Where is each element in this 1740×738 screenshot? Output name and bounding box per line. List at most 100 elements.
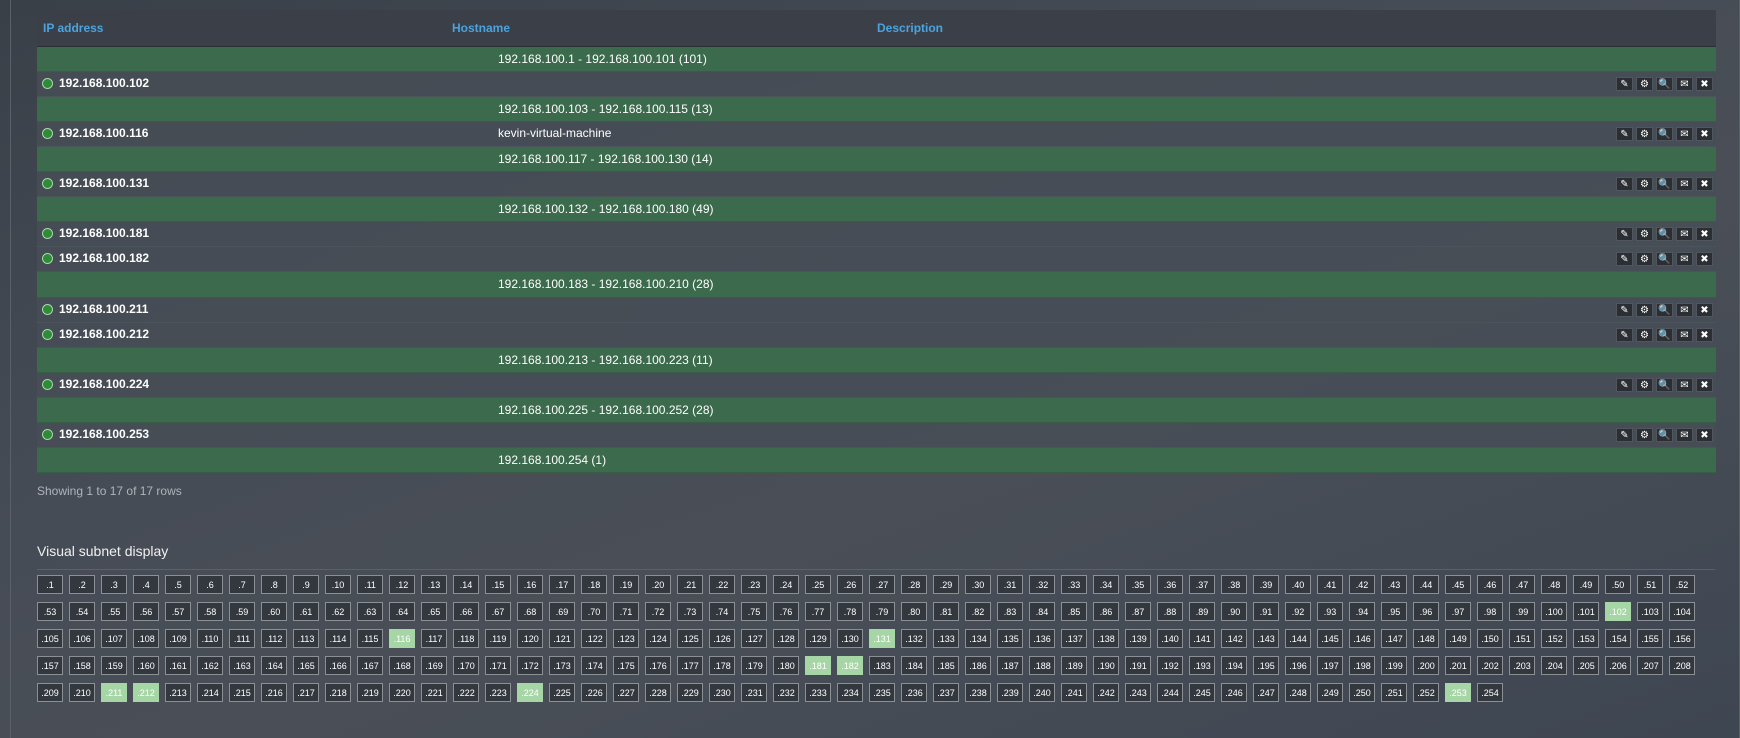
host-row[interactable]: 192.168.100.224 ✎ ⚙ 🔍 ✉ ✖ xyxy=(37,373,1716,398)
host-row[interactable]: 192.168.100.182 ✎ ⚙ 🔍 ✉ ✖ xyxy=(37,247,1716,272)
subnet-cell-free: .231 xyxy=(741,683,767,702)
gears-button[interactable]: ⚙ xyxy=(1636,127,1653,141)
subnet-cell-free: .200 xyxy=(1413,656,1439,675)
envelope-button[interactable]: ✉ xyxy=(1676,303,1693,317)
close-button[interactable]: ✖ xyxy=(1696,227,1713,241)
subnet-cell-free: .218 xyxy=(325,683,351,702)
envelope-icon: ✉ xyxy=(1680,228,1689,240)
edit-button[interactable]: ✎ xyxy=(1616,303,1633,317)
column-ip-address[interactable]: IP address xyxy=(43,21,103,35)
search-button[interactable]: 🔍 xyxy=(1656,252,1673,266)
subnet-cell-used[interactable]: .116 xyxy=(389,629,415,648)
subnet-cell-free: .248 xyxy=(1285,683,1311,702)
search-button[interactable]: 🔍 xyxy=(1656,428,1673,442)
gears-icon: ⚙ xyxy=(1640,304,1649,316)
subnet-cell-used[interactable]: .131 xyxy=(869,629,895,648)
host-ip-address[interactable]: 192.168.100.102 xyxy=(59,76,149,90)
search-button[interactable]: 🔍 xyxy=(1656,77,1673,91)
search-button[interactable]: 🔍 xyxy=(1656,378,1673,392)
search-button[interactable]: 🔍 xyxy=(1656,227,1673,241)
subnet-cell-free: .233 xyxy=(805,683,831,702)
host-row[interactable]: 192.168.100.253 ✎ ⚙ 🔍 ✉ ✖ xyxy=(37,423,1716,448)
envelope-button[interactable]: ✉ xyxy=(1676,177,1693,191)
gears-button[interactable]: ⚙ xyxy=(1636,77,1653,91)
gears-button[interactable]: ⚙ xyxy=(1636,303,1653,317)
subnet-cell-used[interactable]: .102 xyxy=(1605,602,1631,621)
subnet-cell-free: .172 xyxy=(517,656,543,675)
search-button[interactable]: 🔍 xyxy=(1656,127,1673,141)
subnet-cell-free: .193 xyxy=(1189,656,1215,675)
subnet-cell-free: .5 xyxy=(165,575,191,594)
gears-button[interactable]: ⚙ xyxy=(1636,227,1653,241)
edit-button[interactable]: ✎ xyxy=(1616,378,1633,392)
host-ip-address[interactable]: 192.168.100.181 xyxy=(59,226,149,240)
envelope-button[interactable]: ✉ xyxy=(1676,378,1693,392)
subnet-cell-free: .168 xyxy=(389,656,415,675)
subnet-cell-free: .18 xyxy=(581,575,607,594)
subnet-cell-free: .42 xyxy=(1349,575,1375,594)
envelope-button[interactable]: ✉ xyxy=(1676,127,1693,141)
subnet-cell-free: .165 xyxy=(293,656,319,675)
subnet-cell-free: .47 xyxy=(1509,575,1535,594)
gears-button[interactable]: ⚙ xyxy=(1636,328,1653,342)
subnet-cell-used[interactable]: .212 xyxy=(133,683,159,702)
envelope-button[interactable]: ✉ xyxy=(1676,328,1693,342)
edit-button[interactable]: ✎ xyxy=(1616,328,1633,342)
envelope-button[interactable]: ✉ xyxy=(1676,77,1693,91)
gears-button[interactable]: ⚙ xyxy=(1636,378,1653,392)
search-button[interactable]: 🔍 xyxy=(1656,328,1673,342)
subnet-cell-free: .101 xyxy=(1573,602,1599,621)
host-ip-address[interactable]: 192.168.100.211 xyxy=(59,302,148,316)
host-ip-address[interactable]: 192.168.100.131 xyxy=(59,176,149,190)
host-ip-address[interactable]: 192.168.100.182 xyxy=(59,251,149,265)
search-button[interactable]: 🔍 xyxy=(1656,177,1673,191)
subnet-cell-free: .108 xyxy=(133,629,159,648)
search-button[interactable]: 🔍 xyxy=(1656,303,1673,317)
subnet-cell-used[interactable]: .211 xyxy=(101,683,127,702)
edit-button[interactable]: ✎ xyxy=(1616,227,1633,241)
subnet-cell-free: .81 xyxy=(933,602,959,621)
close-button[interactable]: ✖ xyxy=(1696,303,1713,317)
host-ip-address[interactable]: 192.168.100.212 xyxy=(59,327,149,341)
host-row[interactable]: 192.168.100.131 ✎ ⚙ 🔍 ✉ ✖ xyxy=(37,172,1716,197)
gears-button[interactable]: ⚙ xyxy=(1636,177,1653,191)
close-button[interactable]: ✖ xyxy=(1696,77,1713,91)
edit-button[interactable]: ✎ xyxy=(1616,252,1633,266)
subnet-cell-free: .1 xyxy=(37,575,63,594)
edit-icon: ✎ xyxy=(1620,379,1629,391)
close-button[interactable]: ✖ xyxy=(1696,328,1713,342)
envelope-button[interactable]: ✉ xyxy=(1676,428,1693,442)
close-button[interactable]: ✖ xyxy=(1696,428,1713,442)
subnet-cell-used[interactable]: .253 xyxy=(1445,683,1471,702)
host-row[interactable]: 192.168.100.212 ✎ ⚙ 🔍 ✉ ✖ xyxy=(37,323,1716,348)
subnet-cell-free: .43 xyxy=(1381,575,1407,594)
close-button[interactable]: ✖ xyxy=(1696,378,1713,392)
column-hostname[interactable]: Hostname xyxy=(452,21,510,35)
envelope-button[interactable]: ✉ xyxy=(1676,227,1693,241)
close-icon: ✖ xyxy=(1700,379,1709,391)
host-ip-address[interactable]: 192.168.100.224 xyxy=(59,377,149,391)
close-button[interactable]: ✖ xyxy=(1696,252,1713,266)
subnet-cell-free: .30 xyxy=(965,575,991,594)
edit-button[interactable]: ✎ xyxy=(1616,127,1633,141)
host-row[interactable]: 192.168.100.211 ✎ ⚙ 🔍 ✉ ✖ xyxy=(37,298,1716,323)
edit-button[interactable]: ✎ xyxy=(1616,428,1633,442)
subnet-cell-used[interactable]: .224 xyxy=(517,683,543,702)
host-ip-address[interactable]: 192.168.100.253 xyxy=(59,427,149,441)
host-row[interactable]: 192.168.100.181 ✎ ⚙ 🔍 ✉ ✖ xyxy=(37,222,1716,247)
subnet-cell-free: .72 xyxy=(645,602,671,621)
edit-button[interactable]: ✎ xyxy=(1616,177,1633,191)
close-button[interactable]: ✖ xyxy=(1696,177,1713,191)
subnet-cell-used[interactable]: .182 xyxy=(837,656,863,675)
subnet-cell-free: .31 xyxy=(997,575,1023,594)
envelope-button[interactable]: ✉ xyxy=(1676,252,1693,266)
column-description[interactable]: Description xyxy=(877,21,943,35)
subnet-cell-used[interactable]: .181 xyxy=(805,656,831,675)
close-button[interactable]: ✖ xyxy=(1696,127,1713,141)
host-row[interactable]: 192.168.100.102 ✎ ⚙ 🔍 ✉ ✖ xyxy=(37,72,1716,97)
host-row[interactable]: 192.168.100.116 kevin-virtual-machine ✎ ⚙ 🔍 ✉… xyxy=(37,122,1716,147)
gears-button[interactable]: ⚙ xyxy=(1636,428,1653,442)
gears-button[interactable]: ⚙ xyxy=(1636,252,1653,266)
host-ip-address[interactable]: 192.168.100.116 xyxy=(59,126,148,140)
edit-button[interactable]: ✎ xyxy=(1616,77,1633,91)
